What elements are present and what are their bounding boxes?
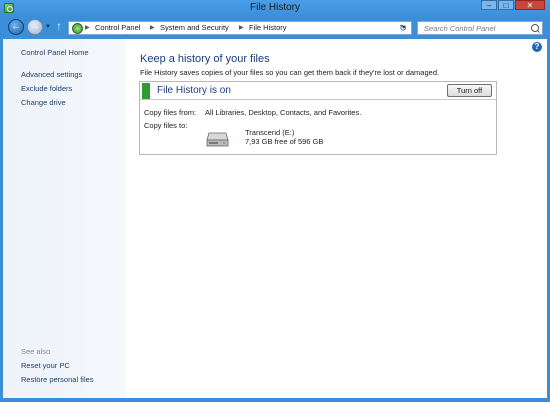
restore-personal-files-link[interactable]: Restore personal files (21, 375, 94, 384)
breadcrumb-separator-icon[interactable]: ▶ (150, 22, 155, 34)
page-heading: Keep a history of your files (140, 53, 270, 65)
drive-free-space: 7,93 GB free of 596 GB (245, 137, 324, 146)
advanced-settings-link[interactable]: Advanced settings (21, 70, 82, 79)
up-button[interactable]: ↑ (56, 20, 62, 32)
minimize-button[interactable]: – (481, 0, 497, 10)
change-drive-link[interactable]: Change drive (21, 98, 66, 107)
see-also-heading: See also (21, 347, 51, 356)
breadcrumb-separator-icon[interactable]: ▶ (239, 22, 244, 34)
hard-drive-icon (206, 132, 229, 147)
forward-button[interactable]: → (27, 19, 43, 35)
breadcrumb-control-panel[interactable]: Control Panel (95, 22, 140, 34)
left-navigation-pane: Control Panel Home Advanced settings Exc… (3, 39, 126, 398)
window-border-bottom (0, 398, 550, 402)
control-panel-home-link[interactable]: Control Panel Home (21, 48, 89, 57)
exclude-folders-link[interactable]: Exclude folders (21, 84, 72, 93)
status-text: File History is on (157, 85, 231, 96)
copy-from-label: Copy files from: (144, 108, 197, 117)
help-icon[interactable]: ? (532, 42, 542, 52)
status-indicator (142, 83, 150, 99)
status-header: File History is on Turn off (140, 82, 496, 100)
refresh-button[interactable]: ↻ (396, 22, 410, 34)
title-bar[interactable]: File History – □ ✕ (0, 0, 550, 17)
close-button[interactable]: ✕ (515, 0, 545, 10)
recent-locations-dropdown-icon[interactable]: ▼ (45, 24, 51, 30)
search-input[interactable] (418, 22, 534, 34)
breadcrumb-file-history[interactable]: File History (249, 22, 287, 34)
breadcrumb-system-and-security[interactable]: System and Security (160, 22, 229, 34)
breadcrumb-separator-icon[interactable]: ▶ (85, 22, 90, 34)
search-box[interactable] (417, 21, 543, 35)
drive-name: Transcend (E:) (245, 128, 295, 137)
control-panel-icon (72, 23, 83, 34)
copy-from-value: All Libraries, Desktop, Contacts, and Fa… (205, 108, 362, 117)
window-title: File History (249, 2, 300, 13)
back-button[interactable]: ← (8, 19, 24, 35)
file-history-status-panel: File History is on Turn off Copy files f… (139, 81, 497, 155)
page-description: File History saves copies of your files … (140, 68, 440, 77)
address-bar[interactable]: ▶ Control Panel ▶ System and Security ▶ … (68, 21, 412, 35)
copy-to-label: Copy files to: (144, 121, 188, 130)
search-icon[interactable] (531, 24, 539, 32)
turn-off-button[interactable]: Turn off (447, 84, 492, 97)
reset-your-pc-link[interactable]: Reset your PC (21, 361, 70, 370)
maximize-button[interactable]: □ (498, 0, 514, 10)
